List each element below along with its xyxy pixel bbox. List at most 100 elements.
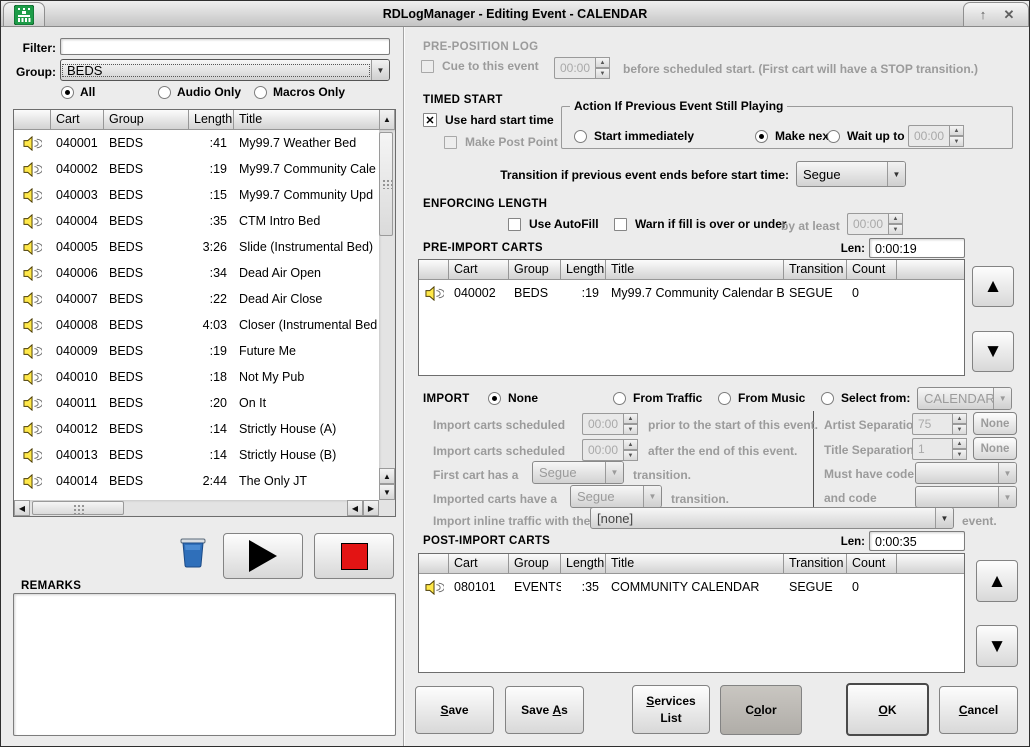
import-radio-from-traffic[interactable]: From Traffic xyxy=(613,391,702,405)
warn-fill-checkbox[interactable]: Warn if fill is over or under xyxy=(614,217,787,231)
postimport-row[interactable]: 080101 EVENTS :35 COMMUNITY CALENDAR SEG… xyxy=(419,574,964,600)
imported-carts-label: Imported carts have a xyxy=(433,492,557,506)
cart-row[interactable]: 040006 BEDS :34 Dead Air Open xyxy=(14,260,379,286)
scroll-left-icon[interactable]: ◀ xyxy=(14,500,30,516)
sched-prior-spinner[interactable]: 00:00 ▲▼ xyxy=(582,413,638,435)
import-radio-from-music[interactable]: From Music xyxy=(718,391,805,405)
cart-row[interactable]: 040004 BEDS :35 CTM Intro Bed xyxy=(14,208,379,234)
spin-down-icon[interactable]: ▼ xyxy=(888,224,903,235)
trash-icon[interactable] xyxy=(177,533,209,569)
import-radio-none[interactable]: None xyxy=(488,391,538,405)
spin-up-icon[interactable]: ▲ xyxy=(952,438,967,449)
radio-make-next[interactable]: Make next xyxy=(755,129,833,143)
postimport-move-down-button[interactable]: ▼ xyxy=(976,625,1018,667)
group-select[interactable]: BEDS ▼ xyxy=(60,59,390,81)
maximize-icon[interactable]: ↑ xyxy=(970,7,996,22)
cart-row[interactable]: 040010 BEDS :18 Not My Pub xyxy=(14,364,379,390)
col-length[interactable]: Length xyxy=(189,110,234,130)
type-radio-audio-only[interactable]: Audio Only xyxy=(158,85,241,99)
sched-after-spinner[interactable]: 00:00 ▲▼ xyxy=(582,439,638,461)
cart-row[interactable]: 040014 BEDS 2:44 The Only JT xyxy=(14,468,379,494)
type-radio-macros-only[interactable]: Macros Only xyxy=(254,85,345,99)
cart-row[interactable]: 040013 BEDS :14 Strictly House (B) xyxy=(14,442,379,468)
spin-down-icon[interactable]: ▼ xyxy=(952,424,967,435)
filter-input[interactable] xyxy=(60,38,390,55)
cue-to-event-checkbox[interactable]: Cue to this event xyxy=(421,59,539,73)
title-none-button[interactable]: None xyxy=(973,437,1017,460)
preposition-section-title: PRE-POSITION LOG xyxy=(423,41,538,53)
cart-row[interactable]: 040012 BEDS :14 Strictly House (A) xyxy=(14,416,379,442)
postimport-move-up-button[interactable]: ▲ xyxy=(976,560,1018,602)
inline-traffic-select[interactable]: [none] ▼ xyxy=(590,507,954,529)
and-code-select[interactable]: ▼ xyxy=(915,486,1017,508)
transition-before-start-select[interactable]: Segue ▼ xyxy=(796,161,906,187)
remarks-textarea[interactable] xyxy=(13,593,396,736)
radio-wait-up-to[interactable]: Wait up to xyxy=(827,129,905,143)
spin-up-icon[interactable]: ▲ xyxy=(949,125,964,136)
spin-down-icon[interactable]: ▼ xyxy=(623,450,638,461)
spin-down-icon[interactable]: ▼ xyxy=(949,136,964,147)
preimport-row[interactable]: 040002 BEDS :19 My99.7 Community Calenda… xyxy=(419,280,964,306)
cart-row[interactable]: 040008 BEDS 4:03 Closer (Instrumental Be… xyxy=(14,312,379,338)
warn-time-spinner[interactable]: 00:00 ▲▼ xyxy=(847,213,903,235)
spin-up-icon[interactable]: ▲ xyxy=(623,413,638,424)
wait-time-spinner[interactable]: 00:00 ▲▼ xyxy=(908,125,964,147)
spin-up-icon[interactable]: ▲ xyxy=(952,413,967,424)
horizontal-scrollbar[interactable]: ◀ ◀ ▶ xyxy=(14,500,379,516)
filter-label: Filter: xyxy=(1,41,56,55)
color-button[interactable]: Color xyxy=(720,685,802,735)
cart-row[interactable]: 040007 BEDS :22 Dead Air Close xyxy=(14,286,379,312)
cart-row[interactable]: 040003 BEDS :15 My99.7 Community Upd xyxy=(14,182,379,208)
select-from-select[interactable]: CALENDAR ▼ xyxy=(917,387,1012,410)
spin-down-icon[interactable]: ▼ xyxy=(623,424,638,435)
speaker-icon xyxy=(23,344,42,359)
col-cart[interactable]: Cart xyxy=(51,110,104,130)
play-button[interactable] xyxy=(223,533,303,579)
cancel-button[interactable]: Cancel xyxy=(939,686,1018,734)
save-as-button[interactable]: Save As xyxy=(505,686,584,734)
close-icon[interactable]: ✕ xyxy=(996,7,1022,23)
preimport-move-up-button[interactable]: ▲ xyxy=(972,266,1014,307)
first-cart-label: First cart has a xyxy=(433,468,518,482)
use-hard-start-checkbox[interactable]: ✕ Use hard start time xyxy=(423,113,554,127)
cue-time-spinner[interactable]: 00:00 ▲▼ xyxy=(554,57,610,79)
import-radio-select-from[interactable]: Select from: xyxy=(821,391,910,405)
scroll-up-icon[interactable]: ▲ xyxy=(379,468,395,484)
scroll-up-icon[interactable]: ▲ xyxy=(379,110,395,130)
spin-up-icon[interactable]: ▲ xyxy=(623,439,638,450)
services-list-button[interactable]: Services List xyxy=(632,685,710,734)
imported-carts-transition-select[interactable]: Segue ▼ xyxy=(570,485,662,508)
save-button[interactable]: Save xyxy=(415,686,494,734)
title-separation-spinner[interactable]: 1 ▲▼ xyxy=(912,438,967,460)
first-cart-transition-select[interactable]: Segue ▼ xyxy=(532,461,624,484)
artist-none-button[interactable]: None xyxy=(973,412,1017,435)
scroll-down-icon[interactable]: ▼ xyxy=(379,484,395,500)
make-post-point-checkbox[interactable]: Make Post Point xyxy=(444,135,558,149)
must-have-code-select[interactable]: ▼ xyxy=(915,462,1017,484)
vertical-scrollbar[interactable]: ▲ ▼ xyxy=(379,130,395,500)
radio-start-immediately[interactable]: Start immediately xyxy=(574,129,694,143)
cart-row[interactable]: 040009 BEDS :19 Future Me xyxy=(14,338,379,364)
use-autofill-checkbox[interactable]: Use AutoFill xyxy=(508,217,599,231)
col-title[interactable]: Title xyxy=(234,110,379,130)
scrollbar-corner xyxy=(379,500,395,516)
spin-up-icon[interactable]: ▲ xyxy=(595,57,610,68)
scroll-left-icon[interactable]: ◀ xyxy=(347,500,363,516)
spin-up-icon[interactable]: ▲ xyxy=(888,213,903,224)
stop-button[interactable] xyxy=(314,533,394,579)
spin-down-icon[interactable]: ▼ xyxy=(595,68,610,79)
type-radio-all[interactable]: All xyxy=(61,85,95,99)
vertical-scrollbar-thumb[interactable] xyxy=(379,132,393,236)
col-group[interactable]: Group xyxy=(104,110,189,130)
title-bar[interactable]: RDLogManager - Editing Event - CALENDAR … xyxy=(1,1,1029,27)
spin-down-icon[interactable]: ▼ xyxy=(952,449,967,460)
cart-row[interactable]: 040002 BEDS :19 My99.7 Community Cale xyxy=(14,156,379,182)
horizontal-scrollbar-thumb[interactable] xyxy=(32,501,124,515)
cart-row[interactable]: 040005 BEDS 3:26 Slide (Instrumental Bed… xyxy=(14,234,379,260)
artist-separation-spinner[interactable]: 75 ▲▼ xyxy=(912,413,967,435)
ok-button[interactable]: OK xyxy=(846,683,929,736)
scroll-right-icon[interactable]: ▶ xyxy=(363,500,379,516)
preimport-move-down-button[interactable]: ▼ xyxy=(972,331,1014,372)
cart-row[interactable]: 040001 BEDS :41 My99.7 Weather Bed xyxy=(14,130,379,156)
cart-row[interactable]: 040011 BEDS :20 On It xyxy=(14,390,379,416)
